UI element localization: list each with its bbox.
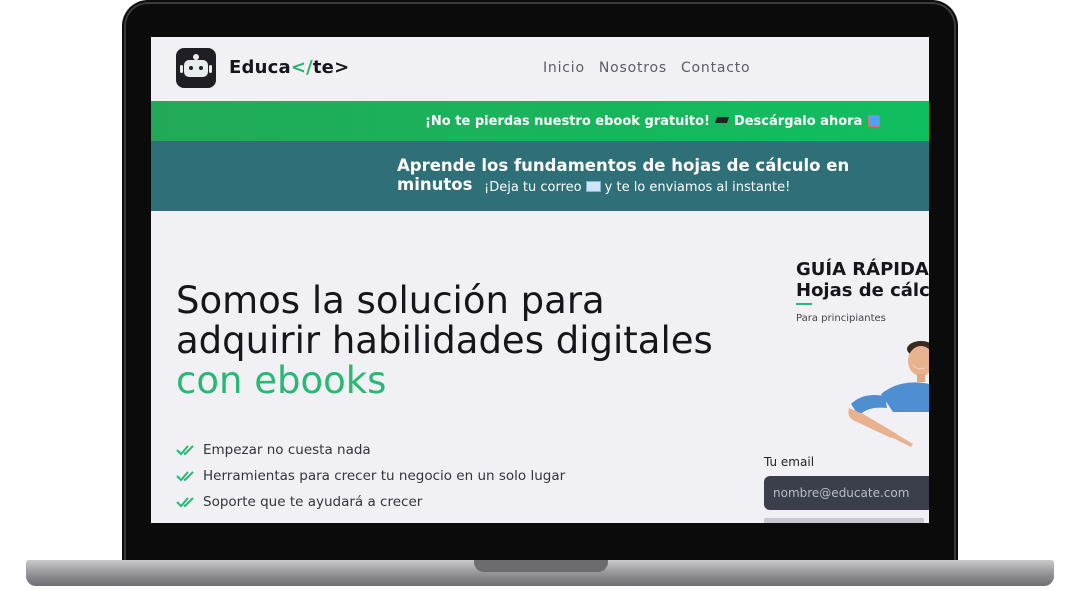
feature-item: Empezar no cuesta nada xyxy=(176,439,565,465)
guide-title: GUÍA RÁPIDA Hojas de cálc xyxy=(796,259,929,301)
info-banner: Aprende los fundamentos de hojas de cálc… xyxy=(151,141,929,211)
double-check-icon xyxy=(176,497,194,508)
double-check-icon xyxy=(176,471,194,482)
double-check-icon xyxy=(176,445,194,456)
top-navigation: Educa</te> Inicio Nosotros Contacto xyxy=(151,37,929,101)
person-pointing-illustration xyxy=(848,341,929,447)
nav-item-inicio[interactable]: Inicio xyxy=(543,60,585,76)
hero-accent: con ebooks xyxy=(176,359,387,402)
promo-text: ¡No te pierdas nuestro ebook gratuito! xyxy=(425,113,710,129)
info-banner-subtitle: ¡Deja tu correo y te lo enviamos al insta… xyxy=(484,180,791,195)
promo-cta[interactable]: Descárgalo ahora xyxy=(734,114,862,129)
laptop-screen: Educa</te> Inicio Nosotros Contacto ¡No … xyxy=(151,37,929,523)
robot-logo-icon[interactable] xyxy=(176,48,216,88)
email-label: Tu email xyxy=(764,455,815,469)
nav-item-contacto[interactable]: Contacto xyxy=(681,60,750,76)
cut-off-text xyxy=(764,518,924,523)
hero-title: Somos la solución para adquirir habilida… xyxy=(176,279,713,402)
laptop-notch xyxy=(474,560,608,572)
feature-item: Herramientas para crecer tu negocio en u… xyxy=(176,465,565,491)
feature-list: Empezar no cuesta nada Herramientas para… xyxy=(176,439,565,517)
email-field[interactable] xyxy=(764,476,929,510)
nav-item-nosotros[interactable]: Nosotros xyxy=(599,60,667,76)
nav-links: Inicio Nosotros Contacto xyxy=(543,60,750,76)
promo-banner[interactable]: ¡No te pierdas nuestro ebook gratuito! D… xyxy=(151,101,929,141)
package-icon xyxy=(868,115,881,127)
feature-item: Soporte que te ayudará a crecer xyxy=(176,491,565,517)
graduation-cap-icon xyxy=(714,117,730,123)
guide-subtitle: Para principiantes xyxy=(796,313,886,324)
guide-divider xyxy=(796,303,812,305)
brand-name[interactable]: Educa</te> xyxy=(229,57,349,78)
envelope-icon xyxy=(585,181,601,192)
